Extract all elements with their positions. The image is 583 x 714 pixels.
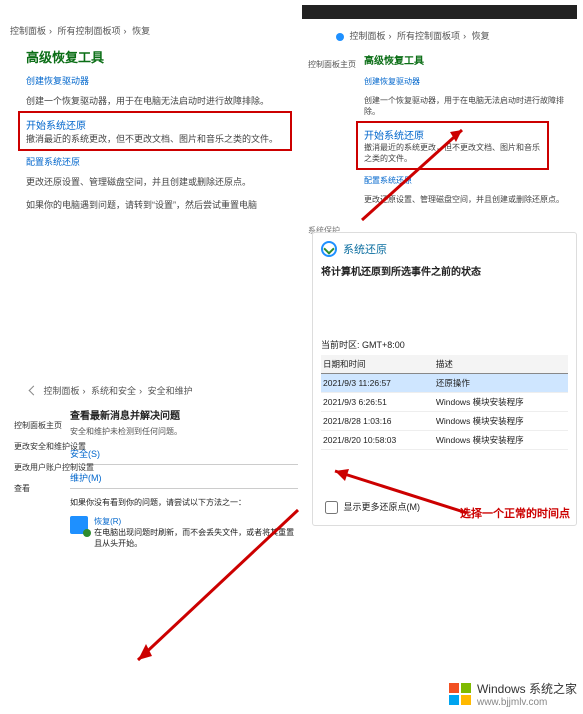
table-row[interactable]: 2021/9/3 6:26:51 Windows 模块安装程序 (321, 393, 568, 412)
maintenance-section-link[interactable]: 维护(M) (70, 471, 298, 484)
column-datetime[interactable]: 日期和时间 (321, 355, 434, 374)
sidebar: 控制面板主页 更改安全和维护设置 更改用户账户控制设置 查看 (14, 420, 94, 504)
cell-datetime: 2021/9/3 11:26:57 (321, 374, 434, 393)
dialog-title: 系统还原 (343, 241, 387, 257)
cell-description: Windows 模块安装程序 (434, 393, 568, 412)
breadcrumb-item[interactable]: 控制面板 (44, 386, 80, 396)
cell-description: Windows 模块安装程序 (434, 431, 568, 450)
timezone-label: 当前时区: GMT+8:00 (321, 338, 568, 351)
page-title: 高级恢复工具 (364, 52, 577, 67)
window-titlebar (302, 5, 577, 19)
create-recovery-drive-link[interactable]: 创建恢复驱动器 (364, 77, 420, 86)
dialog-subtitle: 将计算机还原到所选事件之前的状态 (321, 263, 568, 278)
start-system-restore-link[interactable]: 开始系统还原 (364, 131, 424, 142)
highlighted-option: 开始系统还原 撤消最近的系统更改，但不更改文档、图片和音乐之类的文件。 (356, 121, 549, 170)
table-row[interactable]: 2021/8/20 10:58:03 Windows 模块安装程序 (321, 431, 568, 450)
column-description[interactable]: 描述 (434, 355, 568, 374)
table-row[interactable]: 2021/8/28 1:03:16 Windows 模块安装程序 (321, 412, 568, 431)
help-text: 如果你没有看到你的问题，请尝试以下方法之一： (70, 497, 298, 508)
back-icon[interactable] (29, 386, 39, 396)
system-restore-icon (321, 241, 337, 257)
breadcrumb-item[interactable]: 系统和安全 (91, 386, 136, 396)
breadcrumb-item[interactable]: 控制面板 (350, 31, 386, 41)
breadcrumb-item[interactable]: 恢复 (472, 31, 490, 41)
breadcrumb[interactable]: 控制面板› 所有控制面板项› 恢复 (10, 24, 298, 37)
start-system-restore-link[interactable]: 开始系统还原 (26, 121, 86, 132)
create-recovery-drive-desc: 创建一个恢复驱动器，用于在电脑无法启动时进行故障排除。 (26, 94, 298, 107)
cell-description: 还原操作 (434, 374, 568, 393)
divider (70, 488, 298, 489)
page-title: 查看最新消息并解决问题 (70, 407, 298, 422)
configure-restore-desc: 更改还原设置、管理磁盘空间，并且创建或删除还原点。 (364, 194, 577, 205)
security-section-link[interactable]: 安全(S) (70, 447, 298, 460)
configure-restore-link[interactable]: 配置系统还原 (26, 157, 80, 167)
watermark-url: www.bjjmlv.com (477, 697, 577, 708)
create-recovery-drive-link[interactable]: 创建恢复驱动器 (26, 76, 89, 86)
configure-restore-link[interactable]: 配置系统还原 (364, 176, 412, 185)
watermark-brand: Windows 系统之家 (477, 682, 577, 696)
start-system-restore-desc: 撤消最近的系统更改，但不更改文档、图片和音乐之类的文件。 (364, 142, 541, 164)
breadcrumb-item[interactable]: 安全和维护 (148, 386, 193, 396)
recovery-option[interactable]: 恢复(R) 在电脑出现问题时刷新，而不会丢失文件，或者将其重置且从头开始。 (70, 516, 298, 549)
recovery-panel-window: 控制面板› 所有控制面板项› 恢复 控制面板主页 高级恢复工具 创建恢复驱动器 … (302, 5, 577, 205)
control-panel-icon (336, 33, 344, 41)
windows-logo-icon (449, 683, 471, 705)
cell-datetime: 2021/9/3 6:26:51 (321, 393, 434, 412)
reset-pc-note: 如果你的电脑遇到问题，请转到“设置”，然后尝试重置电脑 (26, 198, 298, 211)
highlighted-option: 开始系统还原 撤消最近的系统更改，但不更改文档、图片和音乐之类的文件。 (18, 111, 292, 151)
breadcrumb-item[interactable]: 所有控制面板项 (397, 31, 460, 41)
system-restore-dialog: 系统还原 将计算机还原到所选事件之前的状态 当前时区: GMT+8:00 日期和… (312, 232, 577, 526)
breadcrumb[interactable]: 控制面板› 系统和安全› 安全和维护 (30, 384, 298, 397)
configure-restore-desc: 更改还原设置、管理磁盘空间，并且创建或删除还原点。 (26, 175, 298, 188)
create-recovery-drive-desc: 创建一个恢复驱动器，用于在电脑无法启动时进行故障排除。 (364, 95, 577, 117)
cell-description: Windows 模块安装程序 (434, 412, 568, 431)
sidebar-item[interactable]: 查看 (14, 483, 94, 494)
recovery-icon (70, 516, 88, 534)
show-more-points-checkbox[interactable] (325, 501, 338, 514)
sidebar-item[interactable]: 控制面板主页 (14, 420, 94, 431)
recovery-panel-zoom: 控制面板› 所有控制面板项› 恢复 高级恢复工具 创建恢复驱动器 创建一个恢复驱… (8, 20, 298, 211)
breadcrumb-item[interactable]: 恢复 (132, 26, 150, 36)
recovery-link[interactable]: 恢复(R) (94, 517, 121, 526)
divider (70, 464, 298, 465)
start-system-restore-desc: 撤消最近的系统更改，但不更改文档、图片和音乐之类的文件。 (26, 132, 284, 145)
annotation-text: 选择一个正常的时间点 (460, 505, 570, 521)
sidebar-item[interactable]: 更改安全和维护设置 (14, 441, 94, 452)
recovery-desc: 在电脑出现问题时刷新，而不会丢失文件，或者将其重置且从头开始。 (94, 528, 294, 548)
show-more-points-label: 显示更多还原点(M) (344, 502, 421, 512)
breadcrumb-item[interactable]: 所有控制面板项 (58, 26, 121, 36)
breadcrumb[interactable]: 控制面板› 所有控制面板项› 恢复 (336, 29, 577, 42)
restore-points-table: 日期和时间 描述 2021/9/3 11:26:57 还原操作 2021/9/3… (321, 355, 568, 450)
page-title: 高级恢复工具 (26, 47, 298, 66)
table-row[interactable]: 2021/9/3 11:26:57 还原操作 (321, 374, 568, 393)
security-maintenance-panel: 控制面板› 系统和安全› 安全和维护 控制面板主页 更改安全和维护设置 更改用户… (8, 380, 298, 549)
status-text: 安全和维护未检测到任何问题。 (70, 426, 298, 437)
cell-datetime: 2021/8/28 1:03:16 (321, 412, 434, 431)
cell-datetime: 2021/8/20 10:58:03 (321, 431, 434, 450)
watermark: Windows 系统之家 www.bjjmlv.com (449, 680, 577, 708)
sidebar-home-link[interactable]: 控制面板主页 (308, 59, 356, 70)
breadcrumb-item[interactable]: 控制面板 (10, 26, 46, 36)
sidebar-item[interactable]: 更改用户账户控制设置 (14, 462, 94, 473)
